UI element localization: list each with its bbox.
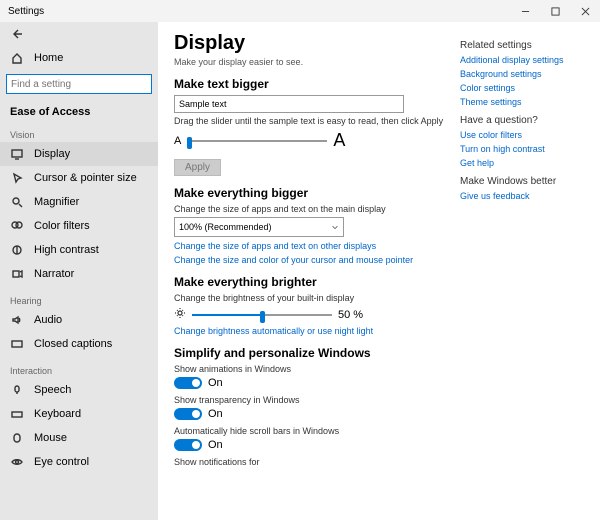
scale-combobox[interactable]: 100% (Recommended) bbox=[174, 217, 344, 237]
group-vision: Vision bbox=[0, 120, 158, 142]
related-link[interactable]: Background settings bbox=[460, 69, 590, 79]
evbigger-hint: Change the size of apps and text on the … bbox=[174, 204, 446, 214]
search-box[interactable] bbox=[6, 74, 152, 94]
sidebar-item-cursor[interactable]: Cursor & pointer size bbox=[0, 166, 158, 190]
colorfilters-icon bbox=[10, 220, 24, 232]
chevron-down-icon bbox=[331, 223, 339, 231]
speech-icon bbox=[10, 384, 24, 396]
cursor-link[interactable]: Change the size and color of your cursor… bbox=[174, 255, 446, 265]
minimize-button[interactable] bbox=[510, 0, 540, 22]
sidebar-item-magnifier[interactable]: Magnifier bbox=[0, 190, 158, 214]
scroll-label: Automatically hide scroll bars in Window… bbox=[174, 426, 446, 436]
nightlight-link[interactable]: Change brightness automatically or use n… bbox=[174, 326, 446, 336]
trans-label: Show transparency in Windows bbox=[174, 395, 446, 405]
group-interaction: Interaction bbox=[0, 356, 158, 378]
apply-button[interactable]: Apply bbox=[174, 159, 221, 176]
brighter-heading: Make everything brighter bbox=[174, 275, 446, 289]
brighter-hint: Change the brightness of your built-in d… bbox=[174, 293, 446, 303]
home-icon bbox=[10, 52, 24, 64]
brightness-value: 50 % bbox=[338, 309, 363, 321]
related-link[interactable]: Theme settings bbox=[460, 97, 590, 107]
display-icon bbox=[10, 148, 24, 160]
related-link[interactable]: Color settings bbox=[460, 83, 590, 93]
question-link[interactable]: Get help bbox=[460, 158, 590, 168]
text-size-slider[interactable] bbox=[187, 134, 327, 148]
big-a-label: A bbox=[333, 130, 345, 151]
question-link[interactable]: Use color filters bbox=[460, 130, 590, 140]
narrator-icon bbox=[10, 268, 24, 280]
anim-toggle[interactable] bbox=[174, 377, 202, 389]
closedcaptions-icon bbox=[10, 338, 24, 350]
category-label: Ease of Access bbox=[0, 100, 158, 120]
notif-label: Show notifications for bbox=[174, 457, 446, 467]
trans-toggle[interactable] bbox=[174, 408, 202, 420]
brightness-slider[interactable] bbox=[192, 308, 332, 322]
page-subtitle: Make your display easier to see. bbox=[174, 57, 446, 67]
search-input[interactable] bbox=[6, 74, 152, 94]
keyboard-icon bbox=[10, 408, 24, 420]
sidebar-item-highcontrast[interactable]: High contrast bbox=[0, 238, 158, 262]
audio-icon bbox=[10, 314, 24, 326]
related-header: Related settings bbox=[460, 40, 590, 51]
maximize-button[interactable] bbox=[540, 0, 570, 22]
sidebar-item-speech[interactable]: Speech bbox=[0, 378, 158, 402]
home-nav[interactable]: Home bbox=[0, 46, 158, 70]
evbigger-heading: Make everything bigger bbox=[174, 186, 446, 200]
group-hearing: Hearing bbox=[0, 286, 158, 308]
sample-text-input[interactable] bbox=[174, 95, 404, 113]
small-a-label: A bbox=[174, 135, 181, 147]
home-label: Home bbox=[34, 52, 63, 64]
question-header: Have a question? bbox=[460, 115, 590, 126]
sidebar-item-audio[interactable]: Audio bbox=[0, 308, 158, 332]
sidebar-item-keyboard[interactable]: Keyboard bbox=[0, 402, 158, 426]
close-button[interactable] bbox=[570, 0, 600, 22]
mouse-icon bbox=[10, 432, 24, 444]
sun-icon bbox=[174, 307, 186, 322]
textbigger-hint: Drag the slider until the sample text is… bbox=[174, 116, 446, 126]
eye-icon bbox=[10, 456, 24, 468]
anim-label: Show animations in Windows bbox=[174, 364, 446, 374]
page-title: Display bbox=[174, 32, 446, 55]
simplify-heading: Simplify and personalize Windows bbox=[174, 346, 446, 360]
textbigger-heading: Make text bigger bbox=[174, 77, 446, 91]
cursor-icon bbox=[10, 172, 24, 184]
right-pane: Related settings Additional display sett… bbox=[460, 22, 600, 520]
better-header: Make Windows better bbox=[460, 176, 590, 187]
other-displays-link[interactable]: Change the size of apps and text on othe… bbox=[174, 241, 446, 251]
sidebar-item-narrator[interactable]: Narrator bbox=[0, 262, 158, 286]
sidebar: Home Ease of Access Vision Display Curso… bbox=[0, 22, 158, 520]
sidebar-item-display[interactable]: Display bbox=[0, 142, 158, 166]
content-pane: Display Make your display easier to see.… bbox=[158, 22, 460, 520]
titlebar: Settings bbox=[0, 0, 600, 22]
window-title: Settings bbox=[0, 6, 44, 17]
sidebar-item-mouse[interactable]: Mouse bbox=[0, 426, 158, 450]
sidebar-item-colorfilters[interactable]: Color filters bbox=[0, 214, 158, 238]
sidebar-item-eyecontrol[interactable]: Eye control bbox=[0, 450, 158, 474]
question-link[interactable]: Turn on high contrast bbox=[460, 144, 590, 154]
highcontrast-icon bbox=[10, 244, 24, 256]
back-icon bbox=[10, 28, 24, 40]
feedback-link[interactable]: Give us feedback bbox=[460, 191, 590, 201]
back-button[interactable] bbox=[0, 22, 158, 46]
sidebar-item-closedcaptions[interactable]: Closed captions bbox=[0, 332, 158, 356]
scroll-toggle[interactable] bbox=[174, 439, 202, 451]
related-link[interactable]: Additional display settings bbox=[460, 55, 590, 65]
magnifier-icon bbox=[10, 196, 24, 208]
